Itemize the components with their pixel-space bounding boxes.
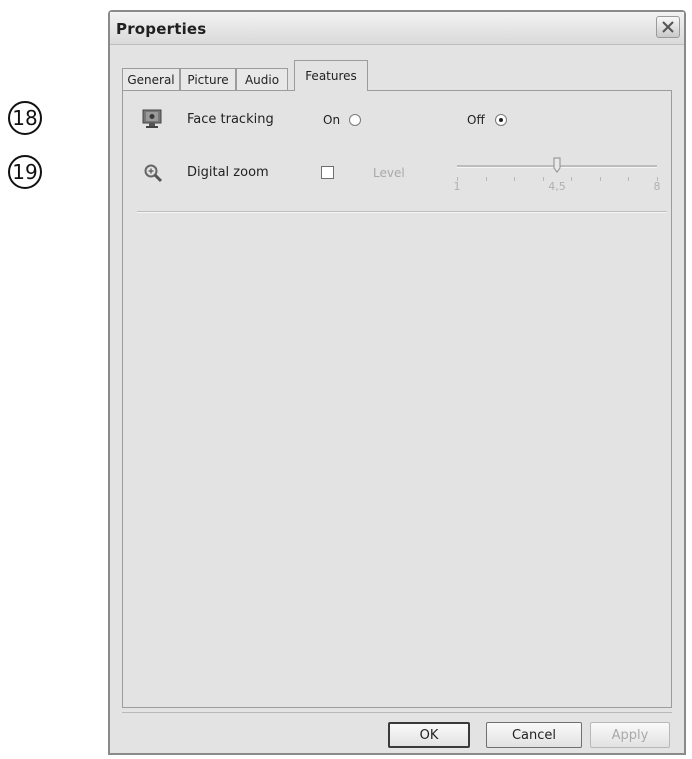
close-x-icon [662,21,674,33]
face-tracking-off-label: Off [467,113,485,127]
face-tracking-label: Face tracking [187,112,274,127]
face-tracking-on-radio[interactable] [349,114,361,126]
ok-button[interactable]: OK [388,722,470,748]
callout-18: 18 [8,101,42,135]
properties-dialog: Properties General Picture Audio Feature… [108,10,686,755]
callout-18-number: 18 [12,106,38,130]
tab-general[interactable]: General [122,68,180,90]
callout-19: 19 [8,155,42,189]
magnifier-zoom-icon [144,164,163,183]
tab-features[interactable]: Features [294,60,368,91]
tab-features-label: Features [305,69,357,83]
face-tracking-off-radio[interactable] [495,114,507,126]
ok-button-label: OK [419,727,439,743]
slider-tick-label: 8 [653,180,661,193]
digital-zoom-checkbox[interactable] [321,166,334,179]
dialog-title: Properties [116,20,207,38]
callout-19-number: 19 [12,160,38,184]
tab-general-label: General [127,72,175,87]
apply-button: Apply [590,722,670,748]
features-separator [137,211,667,213]
features-panel: Face tracking On Off Digital zoom Level … [122,90,672,708]
tab-picture-label: Picture [187,72,229,87]
zoom-level-label: Level [373,166,405,180]
slider-tick [542,177,544,181]
apply-button-label: Apply [611,727,649,743]
slider-thumb[interactable] [553,157,561,173]
tab-audio-label: Audio [244,72,280,87]
cancel-button[interactable]: Cancel [486,722,582,748]
face-tracking-on-label: On [323,113,341,127]
tab-picture[interactable]: Picture [180,68,236,90]
tab-audio[interactable]: Audio [236,68,288,90]
slider-tick [599,177,601,181]
slider-tick [628,177,630,181]
slider-tick [571,177,573,181]
slider-tick-label: 4,5 [548,180,566,193]
slider-tick [514,177,516,181]
title-bar[interactable]: Properties [110,12,684,45]
slider-tick [485,177,487,181]
cancel-button-label: Cancel [511,727,557,743]
zoom-level-slider[interactable]: 1 4,5 8 [453,155,661,193]
button-bar-separator [122,712,672,713]
face-tracking-monitor-icon [142,109,162,128]
close-button[interactable] [656,16,680,38]
digital-zoom-label: Digital zoom [187,165,269,180]
slider-tick-label: 1 [453,180,461,193]
